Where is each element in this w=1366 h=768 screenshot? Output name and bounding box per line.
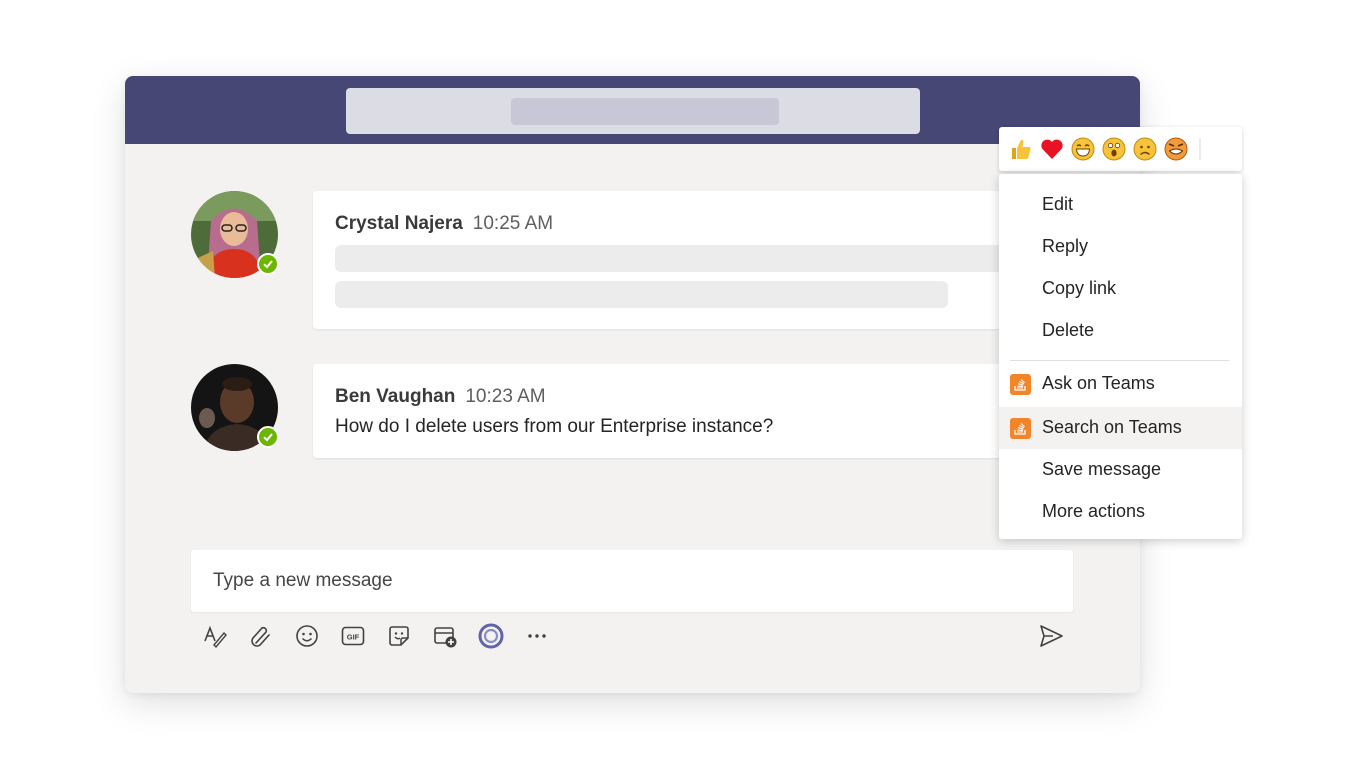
laugh-reaction-icon[interactable] [1070,136,1096,162]
svg-text:GIF: GIF [347,633,360,642]
gif-icon[interactable]: GIF [338,621,368,651]
menu-item-label: More actions [1042,501,1146,521]
avatar-ben[interactable] [191,364,279,451]
menu-item-ask-on-teams[interactable]: Ask on Teams [999,363,1242,405]
surprised-reaction-icon[interactable] [1101,136,1127,162]
avatar-crystal[interactable] [191,191,279,278]
format-icon[interactable] [200,621,230,651]
menu-item-label: Edit [1042,194,1074,214]
title-bar [125,76,1140,144]
menu-item-copy-link[interactable]: Copy link [999,268,1242,310]
menu-item-reply[interactable]: Reply [999,226,1242,268]
message-card[interactable]: Ben Vaughan 10:23 AM How do I delete user… [313,364,1058,458]
sticker-icon[interactable] [384,621,414,651]
message-context-menu: Edit Reply Copy link Delete Ask on Teams… [999,174,1242,539]
angry-reaction-icon[interactable] [1163,136,1189,162]
menu-item-search-on-teams[interactable]: Search on Teams [999,407,1242,449]
menu-item-more-actions[interactable]: More actions [999,491,1242,533]
sender-name: Ben Vaughan [335,386,456,407]
menu-item-save-message[interactable]: Save message [999,449,1242,491]
heart-reaction-icon[interactable] [1039,136,1065,162]
message-text: How do I delete users from our Enterpris… [335,416,774,437]
sender-name: Crystal Najera [335,213,463,234]
chat-window: Crystal Najera 10:25 AM Ben Vaughan 10:23 … [125,76,1140,693]
send-icon[interactable] [1036,621,1066,651]
message-header: Ben Vaughan 10:23 AM [335,386,546,408]
stack-overflow-icon [1010,418,1031,439]
compose-box[interactable] [191,550,1073,612]
menu-item-label: Save message [1042,459,1162,479]
loop-icon[interactable] [476,621,506,651]
status-available-icon [257,426,279,448]
search-box[interactable] [346,88,920,134]
menu-item-label: Search on Teams [1042,417,1182,437]
attach-icon[interactable] [246,621,276,651]
menu-item-delete[interactable]: Delete [999,310,1242,352]
status-available-icon [257,253,279,275]
like-reaction-icon[interactable] [1008,136,1034,162]
reaction-bar [999,127,1242,171]
message-placeholder-line [335,245,1058,272]
emoji-icon[interactable] [292,621,322,651]
search-placeholder [511,98,779,125]
sad-reaction-icon[interactable] [1132,136,1158,162]
message-time: 10:23 AM [465,386,546,407]
message-placeholder-line [335,281,948,308]
message-time: 10:25 AM [472,213,554,234]
menu-item-label: Delete [1042,320,1095,340]
message-card[interactable]: Crystal Najera 10:25 AM [313,191,1058,329]
stack-overflow-icon [1010,374,1031,395]
more-options-icon[interactable] [522,621,552,651]
menu-item-label: Ask on Teams [1042,373,1155,393]
schedule-meeting-icon[interactable] [430,621,460,651]
menu-item-edit[interactable]: Edit [999,184,1242,226]
message-input[interactable] [191,550,1073,612]
reaction-bar-divider [1199,138,1201,160]
menu-divider [1010,360,1229,361]
message-header: Crystal Najera 10:25 AM [335,213,553,235]
menu-item-label: Reply [1042,236,1089,256]
menu-item-label: Copy link [1042,278,1117,298]
